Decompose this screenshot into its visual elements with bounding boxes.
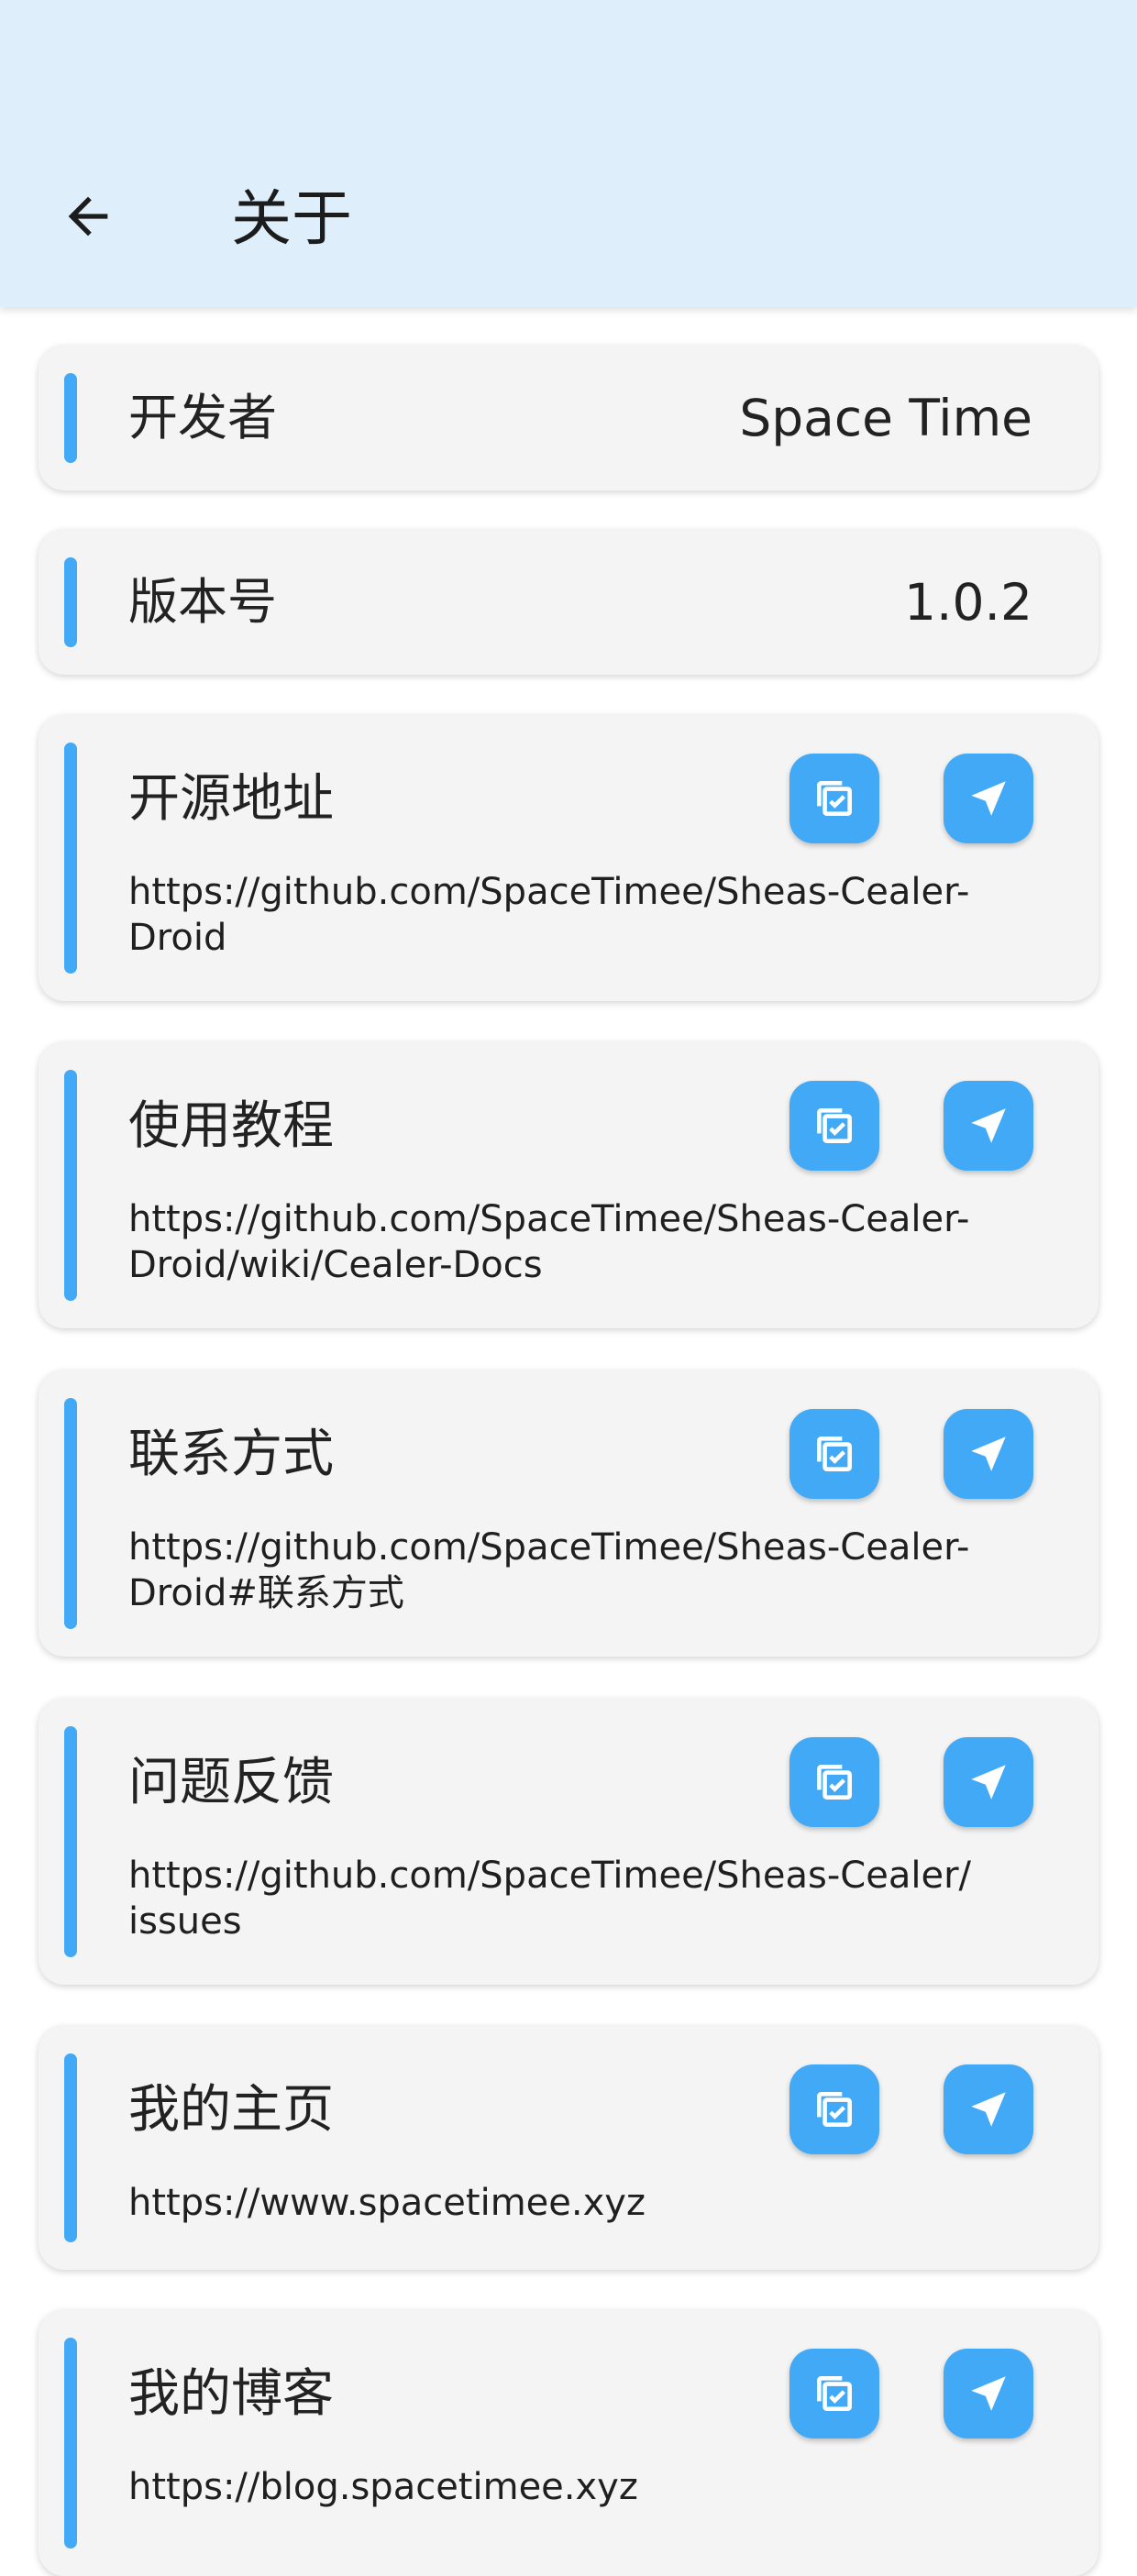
open-link-icon xyxy=(971,1765,1006,1800)
copy-button[interactable] xyxy=(789,1409,879,1499)
app-bar: 关于 xyxy=(0,0,1137,307)
version-card: 版本号 1.0.2 xyxy=(39,530,1098,675)
link-title: 我的博客 xyxy=(128,2364,334,2424)
copy-button[interactable] xyxy=(789,2349,879,2438)
link-url[interactable]: https://github.com/SpaceTimee/Sheas-Ceal… xyxy=(128,1196,972,1288)
copy-icon xyxy=(817,781,852,816)
open-link-button[interactable] xyxy=(944,1081,1033,1171)
link-url[interactable]: https://github.com/SpaceTimee/Sheas-Ceal… xyxy=(128,1853,972,1944)
copy-icon xyxy=(817,1765,852,1800)
link-title: 问题反馈 xyxy=(128,1753,334,1812)
version-label: 版本号 xyxy=(128,573,277,631)
copy-icon xyxy=(817,2376,852,2411)
open-link-button[interactable] xyxy=(944,1737,1033,1827)
open-link-button[interactable] xyxy=(944,1409,1033,1499)
link-url[interactable]: https://github.com/SpaceTimee/Sheas-Ceal… xyxy=(128,1525,972,1616)
copy-button[interactable] xyxy=(789,1081,879,1171)
accent-bar xyxy=(64,1398,77,1629)
developer-card: 开发者 Space Time xyxy=(39,346,1098,490)
link-title: 我的主页 xyxy=(128,2080,334,2140)
accent-bar xyxy=(64,2053,77,2242)
copy-icon xyxy=(817,1437,852,1471)
copy-button[interactable] xyxy=(789,1737,879,1827)
link-card-blog[interactable]: 我的博客 https://blog.spacetimee.xyz xyxy=(39,2310,1098,2576)
open-link-icon xyxy=(971,1437,1006,1471)
copy-button[interactable] xyxy=(789,2064,879,2154)
open-link-button[interactable] xyxy=(944,2349,1033,2438)
copy-button[interactable] xyxy=(789,754,879,843)
link-title: 开源地址 xyxy=(128,769,334,829)
link-card-feedback[interactable]: 问题反馈 https://github.com/SpaceTimee/Sheas… xyxy=(39,1699,1098,1985)
back-button[interactable] xyxy=(48,176,128,257)
accent-bar xyxy=(64,743,77,974)
link-card-contact[interactable]: 联系方式 https://github.com/SpaceTimee/Sheas… xyxy=(39,1371,1098,1657)
open-link-icon xyxy=(971,2092,1006,2127)
accent-bar xyxy=(64,1726,77,1957)
link-card-homepage[interactable]: 我的主页 https://www.spacetimee.xyz xyxy=(39,2026,1098,2270)
open-link-button[interactable] xyxy=(944,754,1033,843)
open-link-button[interactable] xyxy=(944,2064,1033,2154)
accent-bar xyxy=(64,373,77,463)
accent-bar xyxy=(64,2338,77,2548)
link-title: 使用教程 xyxy=(128,1096,334,1156)
developer-value: Space Time xyxy=(739,389,1032,447)
version-value: 1.0.2 xyxy=(904,573,1032,632)
accent-bar xyxy=(64,557,77,647)
link-url[interactable]: https://github.com/SpaceTimee/Sheas-Ceal… xyxy=(128,869,972,961)
accent-bar xyxy=(64,1070,77,1301)
copy-icon xyxy=(817,2092,852,2127)
copy-icon xyxy=(817,1108,852,1143)
link-title: 联系方式 xyxy=(128,1425,334,1484)
link-card-source[interactable]: 开源地址 https://github.com/SpaceTimee/Sheas… xyxy=(39,715,1098,1001)
link-card-tutorial[interactable]: 使用教程 https://github.com/SpaceTimee/Sheas… xyxy=(39,1042,1098,1328)
arrow-left-icon xyxy=(68,196,108,237)
page-title: 关于 xyxy=(231,183,352,254)
open-link-icon xyxy=(971,1108,1006,1143)
link-url[interactable]: https://blog.spacetimee.xyz xyxy=(128,2464,972,2510)
developer-label: 开发者 xyxy=(128,389,277,446)
open-link-icon xyxy=(971,781,1006,816)
open-link-icon xyxy=(971,2376,1006,2411)
link-url[interactable]: https://www.spacetimee.xyz xyxy=(128,2180,972,2226)
